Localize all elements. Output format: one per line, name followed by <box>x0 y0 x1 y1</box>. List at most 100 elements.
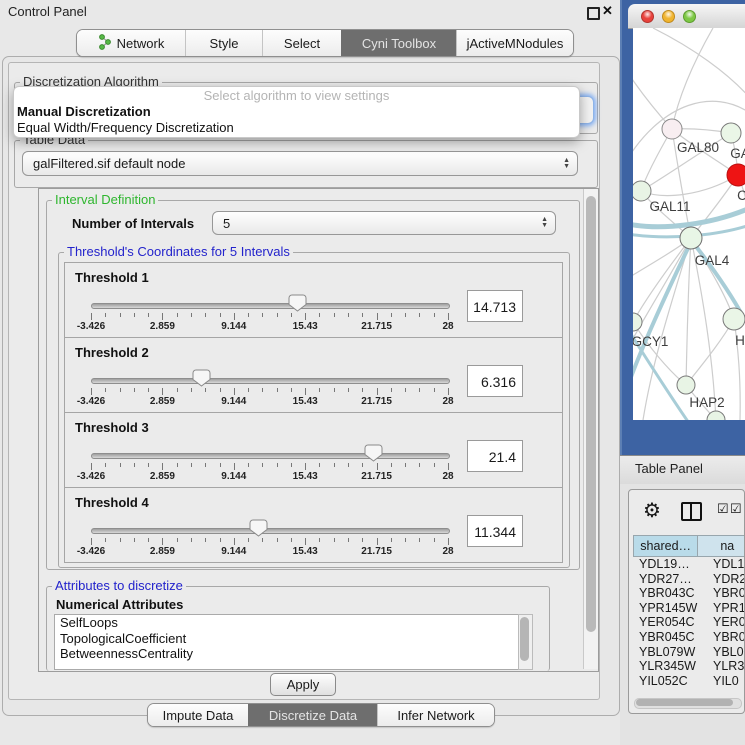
tab-network[interactable]: Network <box>77 30 185 56</box>
tick-mark <box>120 538 121 542</box>
tab-label: Select <box>284 36 320 51</box>
table-cell[interactable]: YPR145W <box>633 601 709 616</box>
table-horizontal-scrollbar[interactable] <box>634 698 742 709</box>
tick-mark <box>334 538 335 542</box>
main-vertical-scrollbar[interactable] <box>583 189 598 669</box>
table-row[interactable]: YIL052CYIL0 <box>633 674 745 689</box>
number-of-intervals-value: 5 <box>223 216 230 231</box>
table-row[interactable]: YPR145WYPR1 <box>633 601 745 616</box>
attribute-item[interactable]: TopologicalCoefficient <box>55 631 519 647</box>
tab-jactivemnodules[interactable]: jActiveMNodules <box>456 30 573 56</box>
tab-infer-network[interactable]: Infer Network <box>377 704 494 726</box>
tab-impute-data[interactable]: Impute Data <box>148 704 248 726</box>
table-cell[interactable]: YBL0 <box>709 645 744 660</box>
scale-tick-label: 21.715 <box>347 321 407 332</box>
tick-mark <box>277 463 278 467</box>
column-header-shared-name[interactable]: shared… <box>633 535 698 557</box>
checkbox-icon[interactable]: ☑ <box>717 501 729 517</box>
network-canvas[interactable]: GAL80GACGAL11GAL4GCY1HHAP2 <box>633 28 745 420</box>
tick-mark <box>262 463 263 467</box>
table-row[interactable]: YBR045CYBR0 <box>633 630 745 645</box>
table-cell[interactable]: YDL19… <box>633 557 709 572</box>
table-data-combobox[interactable]: galFiltered.sif default node ▲▼ <box>22 151 578 176</box>
table-cell[interactable]: YLR3 <box>709 659 744 674</box>
table-cell[interactable]: YIL052C <box>633 674 709 689</box>
close-button[interactable] <box>641 10 654 23</box>
gear-icon[interactable]: ⚙ <box>643 498 661 523</box>
tick-mark <box>391 313 392 317</box>
threshold-2-label: Threshold 2 <box>75 345 149 360</box>
dropdown-option-equal-width[interactable]: Equal Width/Frequency Discretization <box>14 120 579 136</box>
combo-stepper-icon: ▲▼ <box>541 217 548 229</box>
close-icon[interactable]: ✕ <box>602 3 613 19</box>
minimize-button[interactable] <box>662 10 675 23</box>
network-node[interactable] <box>677 376 695 394</box>
scale-tick-label: 9.144 <box>204 321 264 332</box>
threshold-4-value-field[interactable]: 11.344 <box>467 515 523 547</box>
table-row[interactable]: YDL19…YDL1 <box>633 557 745 572</box>
float-window-icon[interactable] <box>587 7 600 20</box>
table-row[interactable]: YBL079WYBL0 <box>633 645 745 660</box>
threshold-2-value-field[interactable]: 6.316 <box>467 365 523 397</box>
table-cell[interactable]: YLR345W <box>633 659 709 674</box>
table-cell[interactable]: YBR043C <box>633 586 709 601</box>
table-cell[interactable]: YPR1 <box>709 601 745 616</box>
network-node[interactable] <box>662 119 682 139</box>
network-node[interactable] <box>723 308 745 330</box>
network-node[interactable] <box>680 227 702 249</box>
table-cell[interactable]: YBR045C <box>633 630 709 645</box>
table-cell[interactable]: YIL0 <box>709 674 739 689</box>
tick-mark <box>377 388 378 395</box>
split-view-icon[interactable] <box>681 502 702 521</box>
threshold-3-value-field[interactable]: 21.4 <box>467 440 523 472</box>
scrollbar-thumb[interactable] <box>636 699 733 706</box>
threshold-2-slider-track[interactable] <box>91 378 450 384</box>
tab-discretize-data[interactable]: Discretize Data <box>248 704 377 726</box>
tick-mark <box>405 313 406 317</box>
attribute-item[interactable]: BetweennessCentrality <box>55 646 519 662</box>
threshold-3-slider-thumb[interactable] <box>364 444 383 462</box>
table-row[interactable]: YLR345WYLR3 <box>633 659 745 674</box>
threshold-1-value-field[interactable]: 14.713 <box>467 290 523 322</box>
column-header-name[interactable]: na <box>698 535 745 557</box>
network-node-label: GA <box>730 146 745 161</box>
table-cell[interactable]: YDR2 <box>709 572 745 587</box>
tab-select[interactable]: Select <box>262 30 341 56</box>
threshold-2-slider-thumb[interactable] <box>192 369 211 387</box>
scrollbar-thumb[interactable] <box>586 196 596 632</box>
threshold-1-slider-thumb[interactable] <box>288 294 307 312</box>
attribute-item[interactable]: SelfLoops <box>55 615 519 631</box>
threshold-2-panel: Threshold 2 -3.4262.8599.14415.4321.7152… <box>64 337 563 413</box>
tick-mark <box>334 313 335 317</box>
table-cell[interactable]: YDR27… <box>633 572 709 587</box>
scrollbar-thumb[interactable] <box>520 617 529 661</box>
apply-button[interactable]: Apply <box>270 673 336 696</box>
checkbox-icon[interactable]: ☑ <box>730 501 742 517</box>
network-node[interactable] <box>721 123 741 143</box>
tab-cyni-toolbox[interactable]: Cyni Toolbox <box>341 30 456 56</box>
threshold-4-slider-track[interactable] <box>91 528 450 534</box>
tick-mark <box>220 463 221 467</box>
table-cell[interactable]: YER054C <box>633 615 709 630</box>
tab-style[interactable]: Style <box>185 30 262 56</box>
number-of-intervals-combobox[interactable]: 5 ▲▼ <box>212 211 556 235</box>
zoom-button[interactable] <box>683 10 696 23</box>
network-node[interactable] <box>633 313 642 331</box>
table-row[interactable]: YER054CYER0 <box>633 615 745 630</box>
dropdown-option-manual[interactable]: Manual Discretization <box>14 104 579 120</box>
attributes-list-scrollbar[interactable] <box>518 614 533 670</box>
threshold-1-slider-track[interactable] <box>91 303 450 309</box>
table-cell[interactable]: YER0 <box>709 615 745 630</box>
threshold-4-slider-thumb[interactable] <box>249 519 268 537</box>
table-cell[interactable]: YBR0 <box>709 630 745 645</box>
tick-mark <box>319 388 320 392</box>
network-node[interactable] <box>633 181 651 201</box>
numerical-attributes-list[interactable]: SelfLoopsTopologicalCoefficientBetweenne… <box>54 614 520 670</box>
table-cell[interactable]: YBL079W <box>633 645 709 660</box>
table-row[interactable]: YBR043CYBR0 <box>633 586 745 601</box>
table-cell[interactable]: YDL1 <box>709 557 744 572</box>
threshold-3-slider-track[interactable] <box>91 453 450 459</box>
table-row[interactable]: YDR27…YDR2 <box>633 572 745 587</box>
network-node[interactable] <box>727 164 745 186</box>
table-cell[interactable]: YBR0 <box>709 586 745 601</box>
